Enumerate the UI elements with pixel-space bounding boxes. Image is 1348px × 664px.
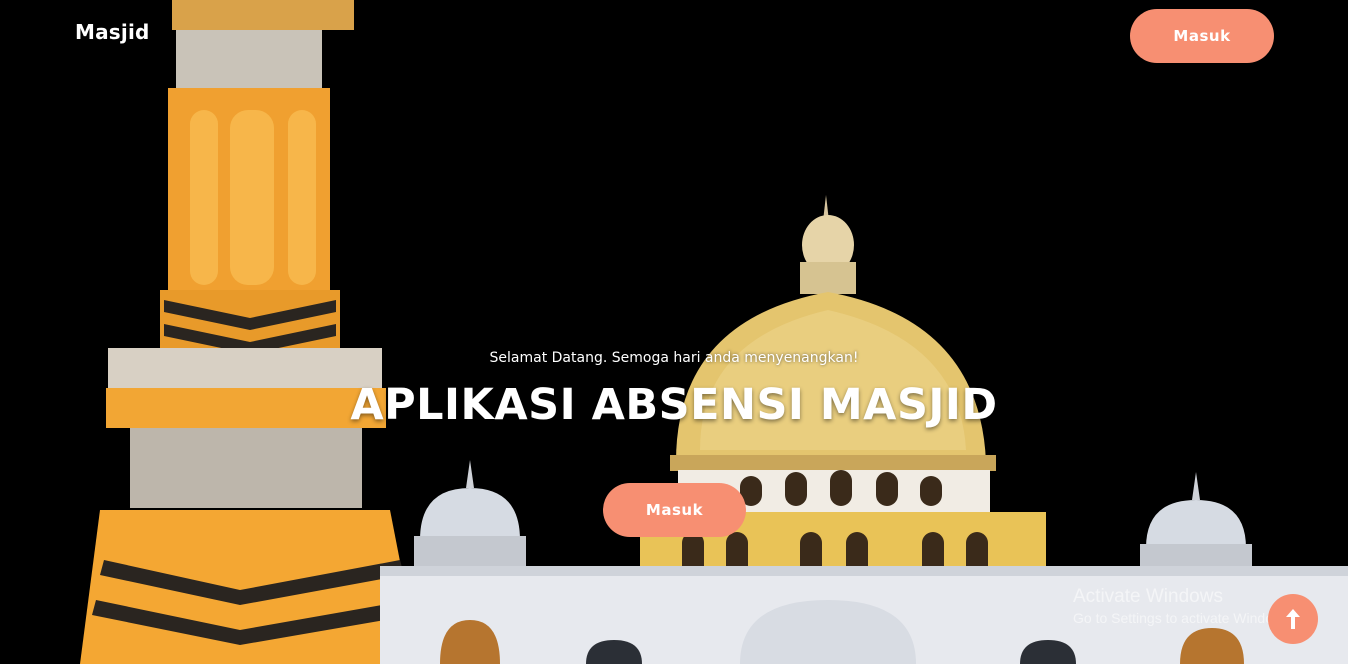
arrow-up-icon bbox=[1286, 609, 1300, 629]
brand-logo[interactable]: Masjid bbox=[75, 20, 150, 44]
page-title: APLIKASI ABSENSI MASJID bbox=[350, 380, 998, 430]
activate-windows-watermark: Activate Windows Go to Settings to activ… bbox=[1073, 586, 1294, 626]
left-small-dome bbox=[414, 460, 526, 566]
hero-section: Masjid Masuk Selamat Datang. Semoga hari… bbox=[0, 0, 1348, 664]
mosque-illustration bbox=[80, 0, 1348, 664]
welcome-text: Selamat Datang. Semoga hari anda menyena… bbox=[489, 350, 859, 366]
watermark-title: Activate Windows bbox=[1073, 586, 1223, 607]
hero-login-button[interactable]: Masuk bbox=[603, 483, 746, 537]
top-navbar: Masjid Masuk bbox=[0, 0, 1348, 72]
scroll-to-top-button[interactable] bbox=[1268, 594, 1318, 644]
right-small-dome bbox=[1140, 472, 1252, 574]
watermark-subtitle: Go to Settings to activate Windows. bbox=[1073, 610, 1294, 626]
nav-login-button[interactable]: Masuk bbox=[1130, 9, 1274, 63]
hero-content: Selamat Datang. Semoga hari anda menyena… bbox=[0, 350, 1348, 430]
minaret bbox=[80, 0, 420, 664]
